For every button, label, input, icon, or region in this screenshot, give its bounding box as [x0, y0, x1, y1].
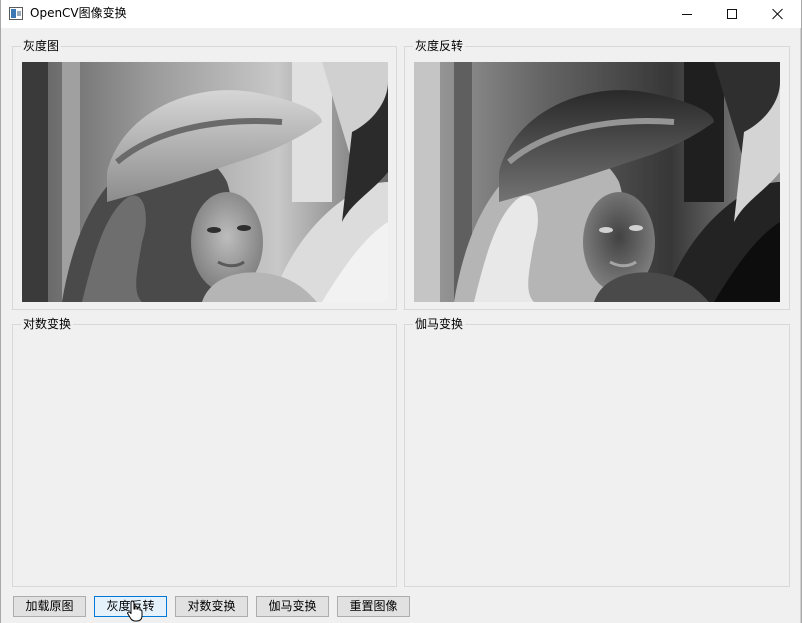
grayscale-portrait-picture	[22, 62, 388, 302]
minimize-icon	[682, 13, 692, 15]
grayscale-panel: 灰度图	[12, 38, 397, 310]
close-button[interactable]	[755, 0, 801, 28]
gamma-panel: 伽马变换	[404, 316, 790, 587]
maximize-button[interactable]	[709, 0, 755, 28]
log-transform-button[interactable]: 对数变换	[175, 596, 248, 617]
invert-panel: 灰度反转	[404, 38, 790, 310]
window-title: OpenCV图像变换	[30, 6, 127, 20]
log-panel: 对数变换	[12, 316, 397, 587]
app-window-icon	[9, 7, 23, 20]
maximize-icon	[727, 9, 737, 19]
invert-panel-title: 灰度反转	[413, 38, 466, 54]
title-bar[interactable]: OpenCV图像变换	[1, 0, 801, 28]
reset-image-button[interactable]: 重置图像	[337, 596, 410, 617]
grayscale-image	[22, 62, 388, 302]
load-image-button[interactable]: 加载原图	[13, 596, 86, 617]
app-window: OpenCV图像变换 灰度图 灰度反转 对数变换 伽马变换 加载原图 灰度反转 …	[0, 0, 802, 623]
close-icon	[772, 8, 784, 20]
minimize-button[interactable]	[664, 0, 710, 28]
inverted-portrait-picture	[414, 62, 780, 302]
gamma-panel-title: 伽马变换	[413, 316, 466, 332]
hand-cursor-icon	[127, 600, 143, 622]
inverted-image	[414, 62, 780, 302]
window-edge	[800, 28, 801, 623]
grayscale-panel-title: 灰度图	[21, 38, 62, 54]
gamma-transform-button[interactable]: 伽马变换	[256, 596, 329, 617]
log-panel-title: 对数变换	[21, 316, 74, 332]
